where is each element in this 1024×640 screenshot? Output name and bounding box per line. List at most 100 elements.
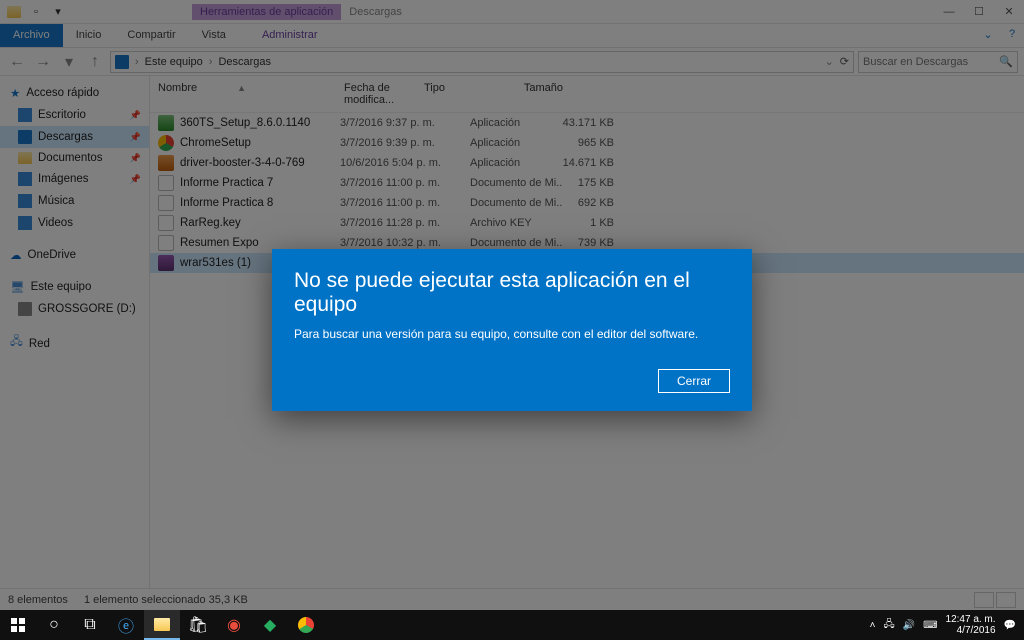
file-type: Aplicación: [470, 117, 562, 129]
file-icon: [158, 235, 174, 251]
qat-newfolder-icon[interactable]: ▾: [48, 2, 68, 22]
breadcrumb-dropdown-icon[interactable]: ⌄: [825, 55, 834, 68]
file-size: 14.671 KB: [562, 157, 614, 169]
file-row[interactable]: ChromeSetup3/7/2016 9:39 p. m.Aplicación…: [150, 133, 1024, 153]
sidebar-downloads[interactable]: Descargas📌: [0, 126, 149, 148]
file-name: driver-booster-3-4-0-769: [180, 157, 340, 169]
sort-asc-icon: ▲: [237, 83, 246, 93]
file-icon: [158, 195, 174, 211]
tab-file[interactable]: Archivo: [0, 24, 63, 47]
sidebar-documents[interactable]: Documentos📌: [0, 148, 149, 168]
taskbar-clock[interactable]: 12:47 a. m. 4/7/2016: [946, 614, 996, 636]
tray-network-icon[interactable]: 🖧: [883, 617, 894, 634]
col-type[interactable]: Tipo: [416, 76, 508, 112]
file-name: Resumen Expo: [180, 237, 340, 249]
network-icon: 🖧: [10, 334, 23, 353]
titlebar: ▫ ▾ Herramientas de aplicación Descargas…: [0, 0, 1024, 24]
view-icons-button[interactable]: [996, 592, 1016, 608]
col-size[interactable]: Tamaño: [508, 76, 572, 112]
sidebar-desktop[interactable]: Escritorio📌: [0, 104, 149, 126]
navigation-pane: ★Acceso rápido Escritorio📌 Descargas📌 Do…: [0, 76, 150, 588]
file-name: ChromeSetup: [180, 137, 340, 149]
search-input[interactable]: Buscar en Descargas 🔍: [858, 51, 1018, 73]
file-name: Informe Practica 7: [180, 177, 340, 189]
nav-up-button[interactable]: ↑: [84, 51, 106, 73]
disk-icon: [18, 302, 32, 316]
file-icon: [158, 115, 174, 131]
error-dialog: No se puede ejecutar esta aplicación en …: [272, 249, 752, 411]
file-size: 175 KB: [562, 177, 614, 189]
ribbon-expand-icon[interactable]: ⌄: [976, 24, 1000, 47]
taskbar-app-icon[interactable]: ◉: [216, 610, 252, 640]
tab-view[interactable]: Vista: [189, 24, 239, 47]
tab-manage[interactable]: Administrar: [249, 24, 331, 47]
col-name[interactable]: Nombre▲: [150, 76, 336, 112]
file-row[interactable]: 360TS_Setup_8.6.0.11403/7/2016 9:37 p. m…: [150, 113, 1024, 133]
file-type: Aplicación: [470, 137, 562, 149]
qat-properties-icon[interactable]: ▫: [26, 2, 46, 22]
task-view-button[interactable]: ⧉: [72, 610, 108, 640]
breadcrumb-root[interactable]: Este equipo: [145, 56, 203, 68]
sidebar-pictures[interactable]: Imágenes📌: [0, 168, 149, 190]
breadcrumb[interactable]: › Este equipo › Descargas ⌄ ⟳: [110, 51, 854, 73]
tray-volume-icon[interactable]: 🔊: [903, 620, 915, 631]
taskbar-explorer-icon[interactable]: [144, 610, 180, 640]
view-details-button[interactable]: [974, 592, 994, 608]
file-size: 1 KB: [562, 217, 614, 229]
file-row[interactable]: Informe Practica 83/7/2016 11:00 p. m.Do…: [150, 193, 1024, 213]
explorer-window: ▫ ▾ Herramientas de aplicación Descargas…: [0, 0, 1024, 640]
tab-home[interactable]: Inicio: [63, 24, 115, 47]
sidebar-drive-d[interactable]: GROSSGORE (D:): [0, 298, 149, 320]
search-icon: 🔍: [999, 55, 1013, 68]
pin-icon: 📌: [130, 174, 141, 185]
file-type: Documento de Mi...: [470, 197, 562, 209]
dialog-close-button[interactable]: Cerrar: [658, 369, 730, 393]
chevron-right-icon: ›: [135, 56, 139, 68]
start-button[interactable]: [0, 610, 36, 640]
pc-icon: 🖥: [10, 280, 25, 294]
file-date: 3/7/2016 9:37 p. m.: [340, 117, 470, 129]
col-date[interactable]: Fecha de modifica...: [336, 76, 416, 112]
file-date: 3/7/2016 11:00 p. m.: [340, 197, 470, 209]
sidebar-thispc[interactable]: 🖥Este equipo: [0, 276, 149, 298]
breadcrumb-folder[interactable]: Descargas: [218, 56, 271, 68]
pictures-icon: [18, 172, 32, 186]
dialog-title: No se puede ejecutar esta aplicación en …: [294, 269, 730, 317]
file-row[interactable]: RarReg.key3/7/2016 11:28 p. m.Archivo KE…: [150, 213, 1024, 233]
nav-forward-button[interactable]: →: [32, 51, 54, 73]
sidebar-music[interactable]: Música: [0, 190, 149, 212]
minimize-button[interactable]: —: [934, 0, 964, 24]
taskbar-search-icon[interactable]: ○: [36, 610, 72, 640]
chevron-right-icon: ›: [209, 56, 213, 68]
tray-lang-icon[interactable]: ⌨: [923, 620, 937, 631]
file-icon: [158, 175, 174, 191]
action-center-icon[interactable]: 💬: [1004, 620, 1016, 631]
dialog-body: Para buscar una versión para su equipo, …: [294, 327, 730, 341]
taskbar-chrome-icon[interactable]: [288, 610, 324, 640]
maximize-button[interactable]: ☐: [964, 0, 994, 24]
taskbar-store-icon[interactable]: 🛍: [180, 610, 216, 640]
tab-share[interactable]: Compartir: [114, 24, 188, 47]
pin-icon: 📌: [130, 153, 141, 164]
ribbon-help-icon[interactable]: ?: [1000, 24, 1024, 47]
file-date: 10/6/2016 5:04 p. m.: [340, 157, 470, 169]
nav-recent-button[interactable]: ▾: [58, 51, 80, 73]
sidebar-network[interactable]: 🖧Red: [0, 330, 149, 357]
taskbar-edge-icon[interactable]: ⓔ: [108, 610, 144, 640]
tray-overflow-icon[interactable]: ˄: [870, 620, 876, 631]
refresh-icon[interactable]: ⟳: [840, 55, 849, 68]
status-item-count: 8 elementos: [8, 594, 68, 606]
file-row[interactable]: driver-booster-3-4-0-76910/6/2016 5:04 p…: [150, 153, 1024, 173]
sidebar-videos[interactable]: Videos: [0, 212, 149, 234]
file-size: 43.171 KB: [562, 117, 614, 129]
sidebar-quick-access[interactable]: ★Acceso rápido: [0, 82, 149, 104]
file-row[interactable]: Informe Practica 73/7/2016 11:00 p. m.Do…: [150, 173, 1024, 193]
qat-explorer-icon[interactable]: [4, 2, 24, 22]
close-button[interactable]: ✕: [994, 0, 1024, 24]
file-type: Documento de Mi...: [470, 237, 562, 249]
taskbar-app2-icon[interactable]: ◆: [252, 610, 288, 640]
file-type: Aplicación: [470, 157, 562, 169]
sidebar-onedrive[interactable]: ☁OneDrive: [0, 244, 149, 266]
nav-back-button[interactable]: ←: [6, 51, 28, 73]
contextual-tab-label: Herramientas de aplicación: [192, 4, 341, 20]
